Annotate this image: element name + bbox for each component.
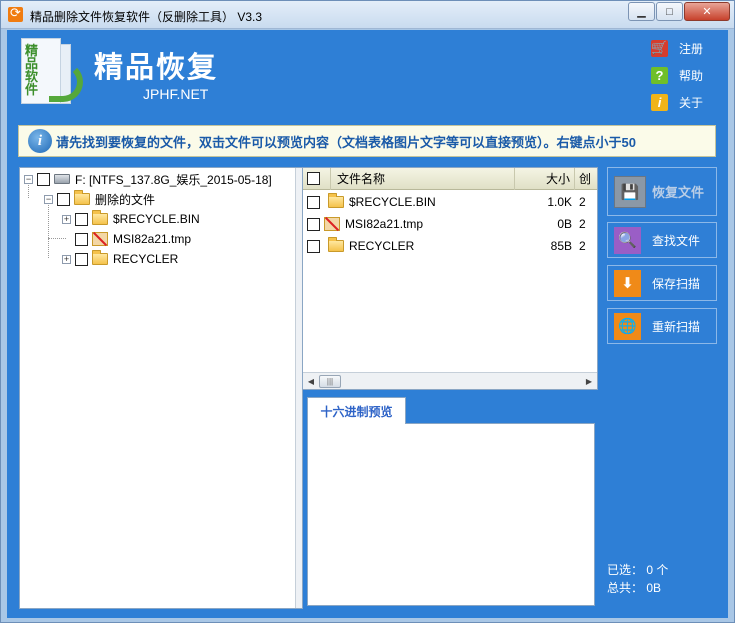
checkbox[interactable]	[75, 212, 88, 226]
file-name: $RECYCLE.BIN	[349, 195, 436, 209]
rescan-label: 重新扫描	[652, 319, 701, 334]
register-link[interactable]: 🛒 注册	[651, 38, 703, 58]
tree-node-recycle-bin[interactable]: + $RECYCLE.BIN	[62, 210, 200, 228]
file-list[interactable]: 文件名称 大小 创 $RECYCLE.BIN 1.0K 2 MSI82a21.t…	[302, 167, 598, 390]
maximize-button[interactable]: □	[656, 2, 683, 21]
brand-url: JPHF.NET	[143, 86, 209, 102]
brand-title: 精品恢复	[94, 50, 219, 84]
file-name: MSI82a21.tmp	[345, 217, 424, 231]
file-name: RECYCLER	[349, 239, 415, 253]
register-label: 注册	[679, 41, 704, 56]
tree-item-label: $RECYCLE.BIN	[113, 212, 200, 226]
select-all-checkbox[interactable]	[307, 172, 320, 185]
scroll-thumb[interactable]: |||	[319, 374, 341, 388]
table-row[interactable]: $RECYCLE.BIN 1.0K 2	[303, 191, 597, 213]
checkbox[interactable]	[307, 217, 320, 231]
tree-root-label: F: [NTFS_137.8G_娱乐_2015-05-18]	[75, 172, 272, 187]
window-title: 精品删除文件恢复软件（反删除工具） V3.3	[30, 10, 263, 24]
title-bar[interactable]: 精品删除文件恢复软件（反删除工具） V3.3 ▁ □ ✕	[1, 1, 734, 29]
collapse-icon[interactable]: −	[24, 174, 33, 184]
help-label: 帮助	[679, 68, 704, 83]
download-icon: ⬇	[614, 269, 641, 297]
window-controls: ▁ □ ✕	[627, 2, 730, 21]
column-name[interactable]: 文件名称	[331, 167, 515, 190]
tree-node-root[interactable]: − F: [NTFS_137.8G_娱乐_2015-05-18]	[24, 170, 272, 188]
help-link[interactable]: ? 帮助	[651, 65, 703, 85]
recover-arrow-icon	[49, 62, 83, 102]
about-label: 关于	[679, 95, 704, 110]
tree-node-recycler[interactable]: + RECYCLER	[62, 250, 178, 268]
rescan-button[interactable]: 🌐 重新扫描	[607, 308, 717, 344]
folder-icon	[74, 190, 90, 205]
total-size: 总共： 0B	[607, 581, 662, 595]
tree-deleted-label: 删除的文件	[95, 192, 156, 207]
drive-icon	[54, 174, 70, 184]
file-size: 0B	[557, 217, 572, 231]
save-disk-icon: 💾	[614, 175, 646, 208]
cart-icon: 🛒	[651, 39, 668, 57]
minimize-button[interactable]: ▁	[628, 2, 655, 21]
folder-tree[interactable]: − F: [NTFS_137.8G_娱乐_2015-05-18] − 删除的文件…	[19, 167, 303, 609]
hex-preview-panel	[307, 423, 595, 606]
selected-count: 已选： 0 个	[607, 563, 669, 577]
search-icon: 🔍	[614, 226, 641, 254]
scroll-left-icon[interactable]: ◀	[303, 377, 319, 386]
notice-text: 请先找到要恢复的文件，双击文件可以预览内容（文档表格图片文字等可以直接预览）。右…	[56, 134, 636, 150]
checkbox[interactable]	[75, 232, 88, 246]
recover-files-button[interactable]: 💾 恢复文件	[607, 167, 717, 216]
table-row[interactable]: RECYCLER 85B 2	[303, 235, 597, 257]
checkbox[interactable]	[307, 195, 320, 209]
expand-icon[interactable]: +	[62, 254, 71, 264]
table-row[interactable]: MSI82a21.tmp 0B 2	[303, 213, 597, 235]
main-panel: 精品软件 精品恢复 JPHF.NET 🛒 注册 ? 帮助 i 关于 i 请先找到…	[7, 30, 728, 618]
file-date: 2	[579, 217, 586, 231]
find-files-label: 查找文件	[652, 233, 701, 248]
globe-search-icon: 🌐	[614, 312, 641, 340]
file-size: 85B	[550, 239, 572, 253]
logo-text: 精品软件	[25, 43, 39, 97]
folder-icon	[92, 210, 108, 225]
file-date: 2	[579, 239, 586, 253]
app-window: 精品删除文件恢复软件（反删除工具） V3.3 ▁ □ ✕ 精品软件 精品恢复 J…	[0, 0, 735, 623]
tab-hex-preview[interactable]: 十六进制预览	[307, 397, 406, 424]
about-icon: i	[651, 93, 668, 111]
recover-files-label: 恢复文件	[652, 185, 705, 200]
checkbox[interactable]	[57, 192, 70, 206]
deleted-file-icon	[324, 217, 340, 231]
folder-icon	[328, 237, 344, 252]
info-icon: i	[28, 129, 52, 153]
file-date: 2	[579, 195, 586, 209]
find-files-button[interactable]: 🔍 查找文件	[607, 222, 717, 258]
checkbox[interactable]	[37, 172, 50, 186]
horizontal-scrollbar[interactable]: ◀ ||| ▶	[303, 372, 597, 389]
checkbox[interactable]	[307, 239, 320, 253]
tree-item-label: MSI82a21.tmp	[113, 232, 192, 246]
help-icon: ?	[651, 66, 668, 84]
file-size: 1.0K	[547, 195, 572, 209]
tree-node-deleted[interactable]: − 删除的文件	[44, 190, 155, 208]
folder-icon	[92, 250, 108, 265]
notice-bar: i 请先找到要恢复的文件，双击文件可以预览内容（文档表格图片文字等可以直接预览）…	[18, 125, 716, 157]
scroll-right-icon[interactable]: ▶	[581, 377, 597, 386]
folder-icon	[328, 193, 344, 208]
app-logo: 精品软件	[19, 36, 83, 108]
deleted-file-icon	[92, 232, 108, 246]
app-icon	[8, 5, 23, 22]
tree-scrollbar[interactable]	[295, 168, 302, 608]
tree-node-msi-tmp[interactable]: MSI82a21.tmp	[75, 230, 191, 248]
about-link[interactable]: i 关于	[651, 92, 703, 112]
close-button[interactable]: ✕	[684, 2, 730, 21]
column-date[interactable]: 创	[575, 168, 597, 190]
column-size[interactable]: 大小	[515, 167, 575, 190]
save-scan-button[interactable]: ⬇ 保存扫描	[607, 265, 717, 301]
tree-item-label: RECYCLER	[113, 252, 179, 266]
save-scan-label: 保存扫描	[652, 276, 701, 291]
expand-icon[interactable]: +	[62, 214, 71, 224]
collapse-icon[interactable]: −	[44, 194, 53, 204]
file-list-header: 文件名称 大小 创	[303, 167, 597, 190]
checkbox[interactable]	[75, 252, 88, 266]
